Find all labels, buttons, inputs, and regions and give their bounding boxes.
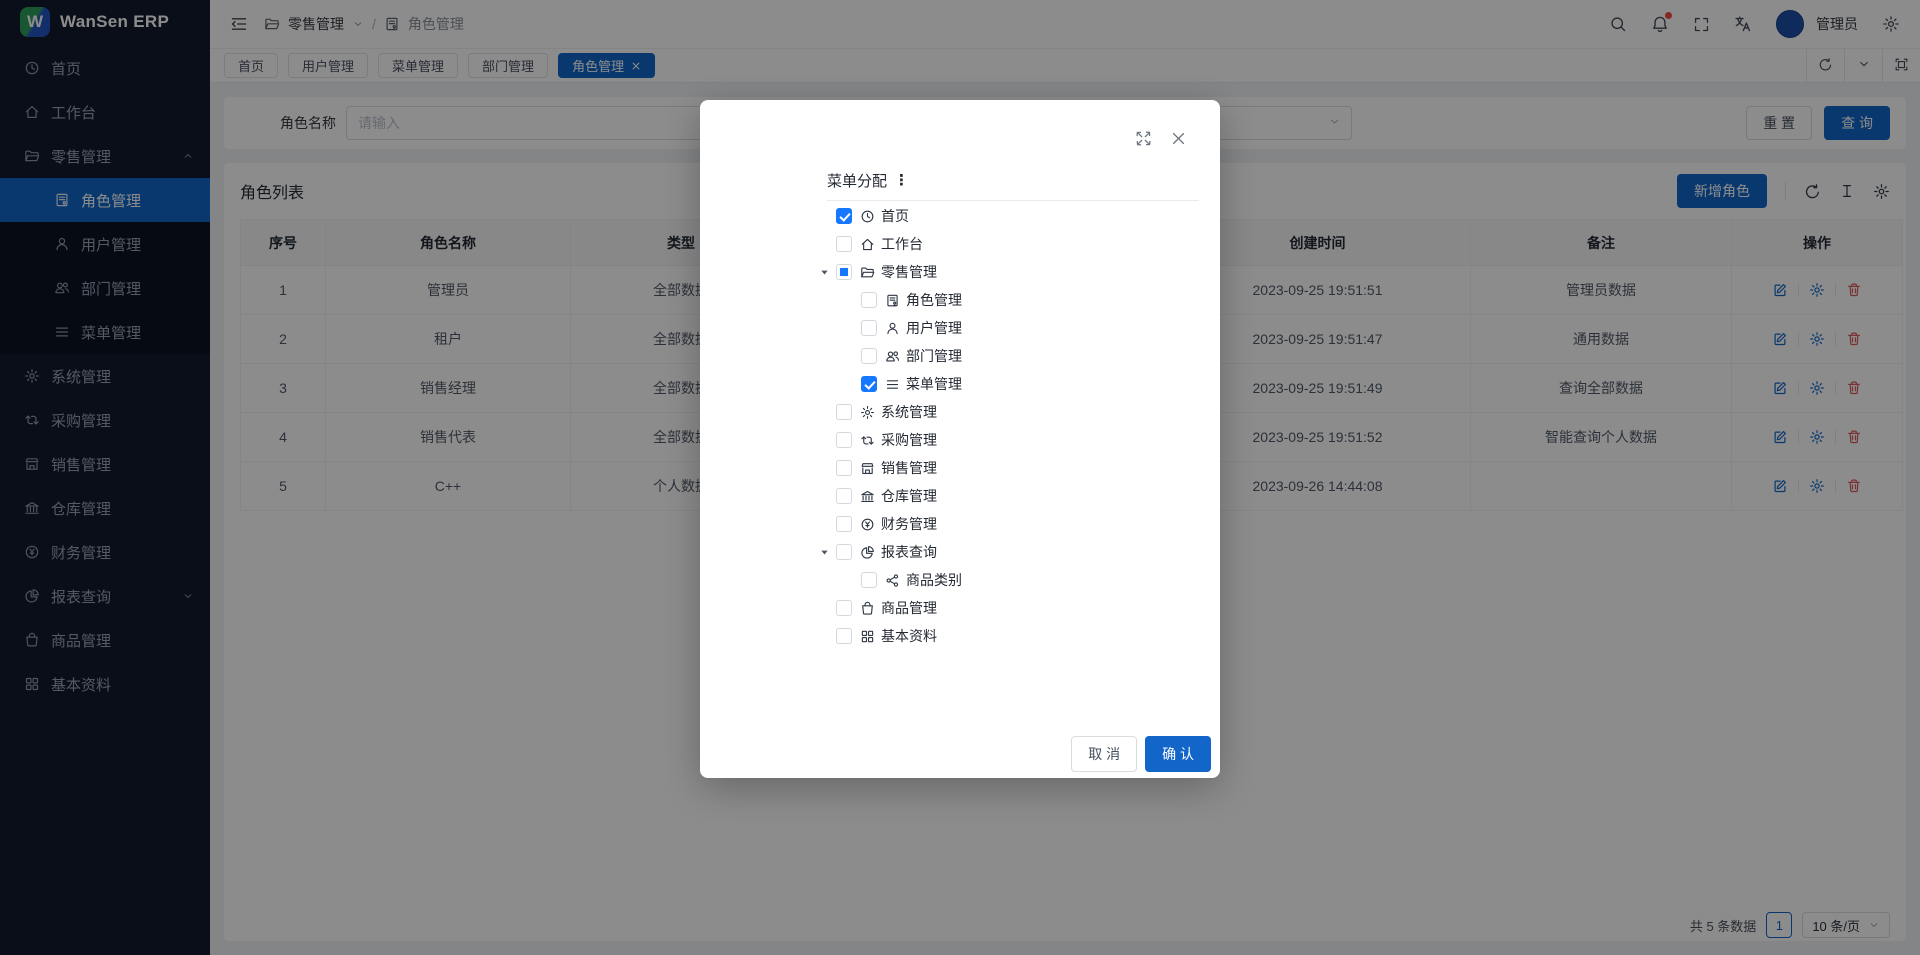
tree-node-share[interactable]: 商品类别 <box>816 566 1204 594</box>
tree-checkbox[interactable] <box>836 544 852 560</box>
tree-node-label: 用户管理 <box>906 318 962 338</box>
tree-node-grid[interactable]: 基本资料 <box>816 622 1204 650</box>
pie-icon <box>860 545 875 560</box>
confirm-button[interactable]: 确 认 <box>1145 736 1211 772</box>
modal-fullscreen-icon[interactable] <box>1135 130 1152 147</box>
expand-icon <box>1135 130 1152 147</box>
tree-checkbox[interactable] <box>861 572 877 588</box>
folder-open-icon <box>860 265 875 280</box>
tree-node-label: 报表查询 <box>881 542 937 562</box>
tree-node-icon <box>860 433 875 448</box>
bag-icon <box>860 601 875 616</box>
menu-assign-form: 菜单分配 ⋮ <box>827 170 1199 201</box>
tree-node-icon <box>860 629 875 644</box>
tree-node-label: 基本资料 <box>881 626 937 646</box>
sync-icon <box>860 433 875 448</box>
tree-node-icon <box>885 377 900 392</box>
tree-node-label: 商品管理 <box>881 598 937 618</box>
modal-title-text: 菜单分配 <box>827 170 887 191</box>
tree-checkbox[interactable] <box>836 432 852 448</box>
tree-node-icon <box>860 209 875 224</box>
grid-icon <box>860 629 875 644</box>
tree-node-icon <box>860 461 875 476</box>
tree-node-dashboard[interactable]: 首页 <box>816 202 1204 230</box>
caret-down-icon <box>819 547 830 558</box>
modal-divider <box>827 200 1199 201</box>
tree-checkbox[interactable] <box>861 292 877 308</box>
tree-node-label: 系统管理 <box>881 402 937 422</box>
tree-checkbox[interactable] <box>836 264 852 280</box>
tree-node-label: 工作台 <box>881 234 923 254</box>
team-icon <box>885 349 900 364</box>
tree-node-label: 菜单管理 <box>906 374 962 394</box>
tree-checkbox[interactable] <box>836 516 852 532</box>
tree-node-label: 角色管理 <box>906 290 962 310</box>
tree-node-user[interactable]: 用户管理 <box>816 314 1204 342</box>
tree-node-gear[interactable]: 系统管理 <box>816 398 1204 426</box>
tree-node-icon <box>860 237 875 252</box>
tree-node-icon <box>860 545 875 560</box>
tree-node-icon <box>860 405 875 420</box>
tree-node-pie[interactable]: 报表查询 <box>816 538 1204 566</box>
tree-node-label: 仓库管理 <box>881 486 937 506</box>
share-icon <box>885 573 900 588</box>
tree-node-menu[interactable]: 菜单管理 <box>816 370 1204 398</box>
close-icon <box>1170 130 1187 147</box>
tree-node-icon <box>860 517 875 532</box>
finance-icon <box>860 517 875 532</box>
tree-checkbox[interactable] <box>836 208 852 224</box>
gear-icon <box>860 405 875 420</box>
bank-icon <box>860 489 875 504</box>
tree-node-icon <box>885 573 900 588</box>
tree-node-icon <box>885 321 900 336</box>
tree-node-label: 销售管理 <box>881 458 937 478</box>
tree-checkbox[interactable] <box>836 460 852 476</box>
tree-node-label: 采购管理 <box>881 430 937 450</box>
tree-caret-icon[interactable] <box>816 547 832 558</box>
tree-node-finance[interactable]: 财务管理 <box>816 510 1204 538</box>
tree-node-shop[interactable]: 销售管理 <box>816 454 1204 482</box>
user-icon <box>885 321 900 336</box>
menu-icon <box>885 377 900 392</box>
tree-node-label: 财务管理 <box>881 514 937 534</box>
tree-checkbox[interactable] <box>861 320 877 336</box>
cancel-button[interactable]: 取 消 <box>1071 736 1137 772</box>
tree-caret-icon[interactable] <box>816 267 832 278</box>
dashboard-icon <box>860 209 875 224</box>
tree-node-label: 首页 <box>881 206 909 226</box>
tree-node-bag[interactable]: 商品管理 <box>816 594 1204 622</box>
tree-node-folder-open[interactable]: 零售管理 <box>816 258 1204 286</box>
tree-node-bank[interactable]: 仓库管理 <box>816 482 1204 510</box>
modal-close-icon[interactable] <box>1170 130 1187 147</box>
tree-node-icon <box>860 489 875 504</box>
tree-checkbox[interactable] <box>861 348 877 364</box>
tree-node-sync[interactable]: 采购管理 <box>816 426 1204 454</box>
tree-node-label: 部门管理 <box>906 346 962 366</box>
tree-node-icon <box>885 349 900 364</box>
tree-checkbox[interactable] <box>836 600 852 616</box>
menu-assign-modal: 菜单分配 ⋮ 首页工作台零售管理角色管理用户管理部门管理菜单管理系统管理采购管理… <box>700 100 1220 778</box>
modal-title-mark: ⋮ <box>894 173 909 188</box>
tree-node-icon <box>885 293 900 308</box>
tree-node-role[interactable]: 角色管理 <box>816 286 1204 314</box>
tree-node-label: 零售管理 <box>881 262 937 282</box>
tree-checkbox[interactable] <box>861 376 877 392</box>
tree-checkbox[interactable] <box>836 488 852 504</box>
menu-tree: 首页工作台零售管理角色管理用户管理部门管理菜单管理系统管理采购管理销售管理仓库管… <box>816 202 1204 650</box>
tree-node-home[interactable]: 工作台 <box>816 230 1204 258</box>
tree-checkbox[interactable] <box>836 404 852 420</box>
tree-node-label: 商品类别 <box>906 570 962 590</box>
modal-footer: 取 消 确 认 <box>1071 736 1211 772</box>
tree-checkbox[interactable] <box>836 236 852 252</box>
shop-icon <box>860 461 875 476</box>
home-icon <box>860 237 875 252</box>
tree-node-icon <box>860 265 875 280</box>
caret-down-icon <box>819 267 830 278</box>
tree-node-icon <box>860 601 875 616</box>
role-icon <box>885 293 900 308</box>
modal-title: 菜单分配 ⋮ <box>827 170 1199 191</box>
modal-controls <box>1135 130 1187 147</box>
tree-node-team[interactable]: 部门管理 <box>816 342 1204 370</box>
tree-checkbox[interactable] <box>836 628 852 644</box>
